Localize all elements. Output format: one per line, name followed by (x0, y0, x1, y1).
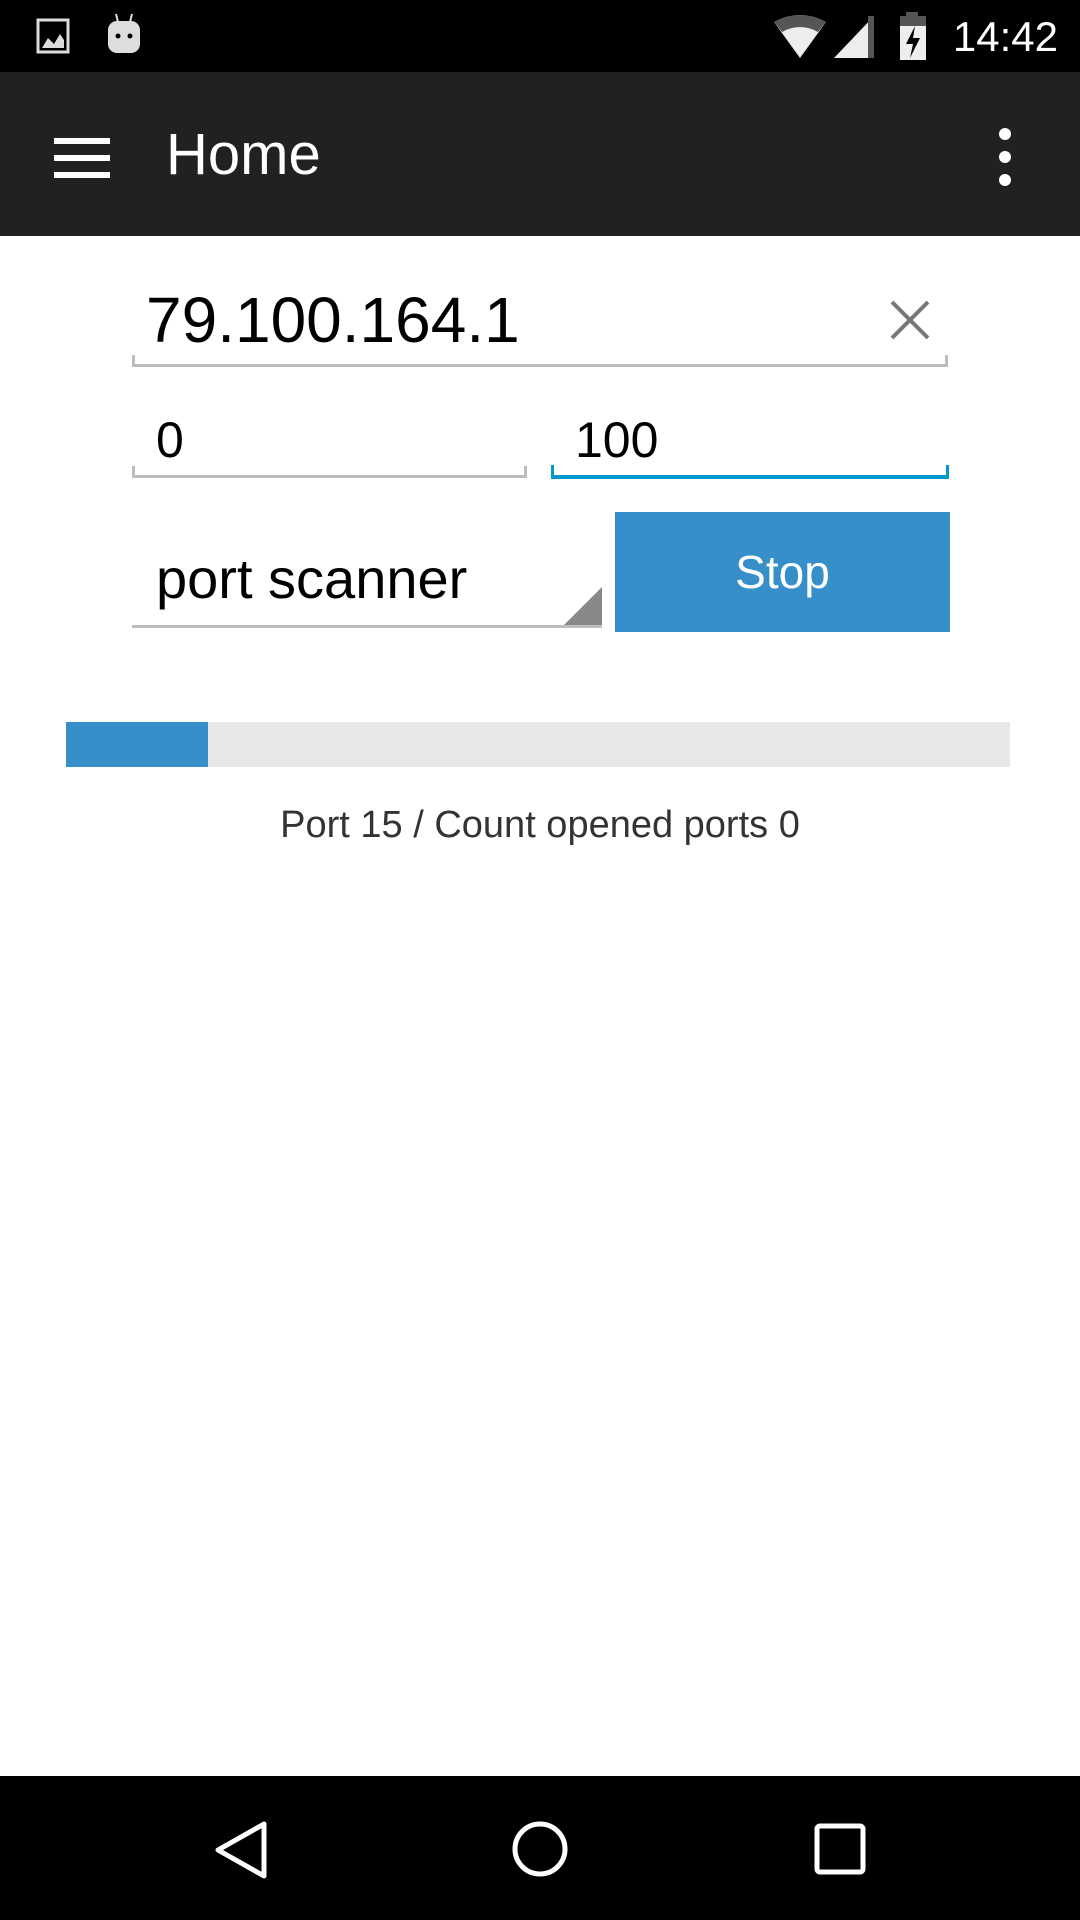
signal-icon (834, 16, 874, 58)
android-notification-icon (108, 13, 140, 53)
mode-spinner-value: port scanner (156, 547, 468, 610)
progress-fill (66, 722, 208, 767)
stop-button[interactable]: Stop (615, 512, 950, 632)
navigation-bar (0, 1776, 1080, 1920)
host-input[interactable]: 79.100.164.1 (132, 270, 948, 367)
port-from-value: 0 (156, 412, 184, 468)
image-notification-icon (36, 18, 70, 54)
port-to-value: 100 (575, 412, 659, 468)
toolbar: Home (0, 72, 1080, 236)
clear-icon[interactable] (888, 298, 932, 342)
port-from-input[interactable]: 0 (132, 400, 527, 478)
recents-icon[interactable] (813, 1822, 867, 1876)
host-input-value: 79.100.164.1 (146, 284, 520, 356)
scan-status-text: Port 15 / Count opened ports 0 (280, 804, 800, 846)
scan-progress-bar (66, 722, 1010, 767)
hamburger-menu-icon[interactable] (52, 136, 112, 180)
home-icon[interactable] (510, 1819, 570, 1879)
mode-spinner[interactable]: port scanner (132, 530, 602, 628)
more-vert-icon[interactable] (990, 124, 1020, 194)
spinner-triangle-icon (564, 587, 602, 625)
status-bar: 14:42 (0, 0, 1080, 72)
page-title: Home (166, 122, 321, 187)
back-icon[interactable] (212, 1820, 272, 1880)
port-to-input[interactable]: 100 (551, 400, 949, 479)
battery-charging-icon (900, 12, 926, 60)
clock: 14:42 (952, 13, 1058, 60)
